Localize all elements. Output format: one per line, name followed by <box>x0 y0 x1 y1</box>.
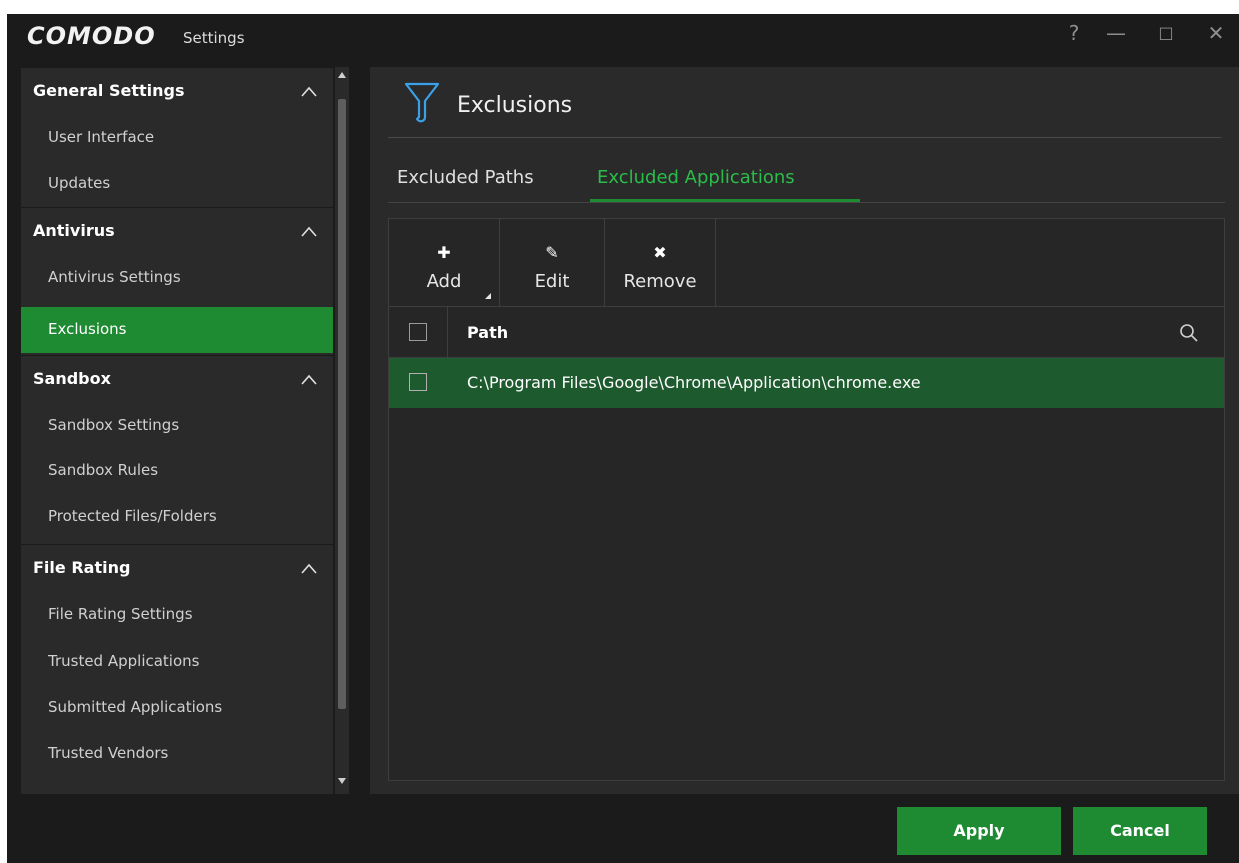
sidebar-item-label: Trusted Applications <box>48 652 200 670</box>
comodo-logo: COMODO <box>27 22 156 50</box>
section-label: File Rating <box>33 558 131 577</box>
sidebar-item-label: Antivirus Settings <box>48 268 181 286</box>
chevron-up-icon <box>301 86 317 97</box>
page-title: Exclusions <box>457 93 573 118</box>
remove-button[interactable]: ✖ Remove <box>605 219 715 306</box>
sidebar-item-protected-files-folders[interactable]: Protected Files/Folders <box>21 494 333 540</box>
sidebar-item-exclusions[interactable]: Exclusions <box>21 307 333 353</box>
pencil-icon: ✎ <box>545 243 559 262</box>
table-header: Path <box>389 307 1224 357</box>
section-general-settings[interactable]: General Settings <box>21 67 333 115</box>
edit-label: Edit <box>534 271 570 292</box>
path-cell: C:\Program Files\Google\Chrome\Applicati… <box>467 373 921 392</box>
table-row[interactable]: C:\Program Files\Google\Chrome\Applicati… <box>389 358 1224 408</box>
sidebar-item-label: Protected Files/Folders <box>48 507 217 525</box>
remove-label: Remove <box>623 271 697 292</box>
toolbar-divider <box>715 219 716 306</box>
plus-icon: ✚ <box>437 243 451 262</box>
main-content: Exclusions Excluded Paths Excluded Appli… <box>370 67 1239 794</box>
row-checkbox[interactable] <box>409 373 427 391</box>
add-button[interactable]: ✚ Add <box>389 219 499 306</box>
sidebar-item-label: Submitted Applications <box>48 698 223 716</box>
sidebar-item-label: Updates <box>48 174 111 192</box>
section-label: Antivirus <box>33 221 115 240</box>
edit-button[interactable]: ✎ Edit <box>500 219 604 306</box>
chevron-up-icon <box>301 563 317 574</box>
sidebar-item-label: User Interface <box>48 128 155 146</box>
scroll-down-arrow-icon[interactable] <box>337 776 347 786</box>
section-label: General Settings <box>33 81 185 100</box>
sidebar-item-label: Trusted Vendors <box>48 744 169 762</box>
section-sandbox[interactable]: Sandbox <box>21 355 333 403</box>
sidebar-item-label: Sandbox Settings <box>48 416 180 434</box>
divider <box>388 137 1221 138</box>
section-file-rating[interactable]: File Rating <box>21 544 333 592</box>
close-button[interactable]: ✕ <box>1201 18 1231 48</box>
active-tab-indicator <box>590 199 860 202</box>
sidebar-item-label: File Rating Settings <box>48 605 193 623</box>
window-title: Settings <box>183 29 245 47</box>
section-label: Sandbox <box>33 369 111 388</box>
help-button[interactable]: ? <box>1059 18 1089 48</box>
scroll-up-arrow-icon[interactable] <box>337 70 347 80</box>
sidebar-item-sandbox-settings[interactable]: Sandbox Settings <box>21 403 333 449</box>
sidebar-item-trusted-vendors[interactable]: Trusted Vendors <box>21 731 333 777</box>
column-header-path: Path <box>467 323 509 342</box>
sidebar-item-user-interface[interactable]: User Interface <box>21 115 333 161</box>
sidebar-item-file-rating-settings[interactable]: File Rating Settings <box>21 592 333 638</box>
sidebar-item-antivirus-settings[interactable]: Antivirus Settings <box>21 255 333 301</box>
sidebar: General Settings User Interface Updates … <box>21 67 333 794</box>
cancel-button[interactable]: Cancel <box>1073 807 1207 855</box>
tab-excluded-paths[interactable]: Excluded Paths <box>397 167 534 195</box>
maximize-button[interactable]: □ <box>1151 18 1181 48</box>
minimize-button[interactable]: — <box>1101 18 1131 48</box>
sidebar-item-label: Exclusions <box>48 320 127 338</box>
apply-button[interactable]: Apply <box>897 807 1061 855</box>
section-antivirus[interactable]: Antivirus <box>21 207 333 255</box>
sidebar-item-submitted-applications[interactable]: Submitted Applications <box>21 685 333 731</box>
settings-window: COMODO Settings ? — □ ✕ General Settings… <box>7 14 1239 863</box>
scrollbar-thumb[interactable] <box>338 99 346 709</box>
x-icon: ✖ <box>653 243 667 262</box>
chevron-up-icon <box>301 374 317 385</box>
chevron-up-icon <box>301 226 317 237</box>
exclusions-panel: ✚ Add ✎ Edit ✖ Remove Path C:\Program Fi… <box>388 218 1225 781</box>
toolbar: ✚ Add ✎ Edit ✖ Remove <box>389 219 1224 306</box>
title-bar: COMODO Settings ? — □ ✕ <box>7 14 1239 58</box>
sidebar-item-sandbox-rules[interactable]: Sandbox Rules <box>21 448 333 494</box>
column-divider <box>447 307 448 357</box>
filter-icon <box>404 82 440 123</box>
tabs-divider <box>388 202 1225 203</box>
dropdown-indicator-icon <box>485 293 491 299</box>
add-label: Add <box>426 271 462 292</box>
search-icon[interactable] <box>1179 323 1199 343</box>
tab-excluded-applications[interactable]: Excluded Applications <box>597 167 795 195</box>
select-all-checkbox[interactable] <box>409 323 427 341</box>
sidebar-item-label: Sandbox Rules <box>48 461 159 479</box>
sidebar-item-trusted-applications[interactable]: Trusted Applications <box>21 639 333 685</box>
sidebar-item-updates[interactable]: Updates <box>21 161 333 207</box>
